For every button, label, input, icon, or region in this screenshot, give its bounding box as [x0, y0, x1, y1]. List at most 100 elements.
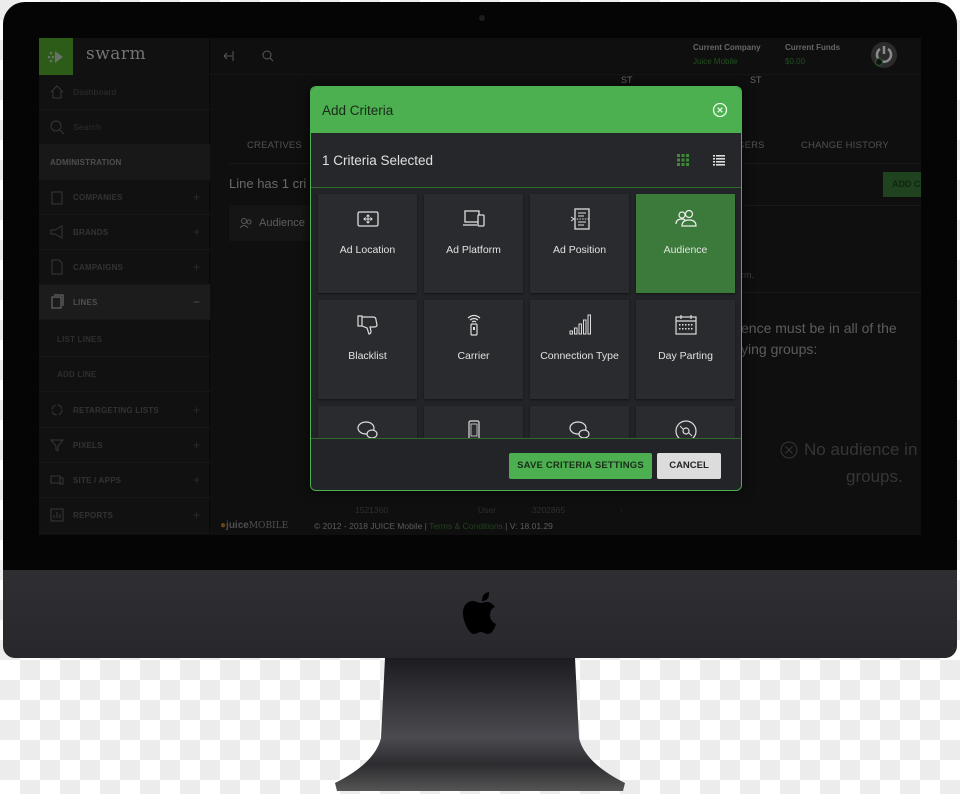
- close-icon[interactable]: [712, 102, 728, 118]
- sidebar-item-label: ADD LINE: [57, 369, 97, 379]
- current-company-value[interactable]: Juice Mobile: [693, 57, 737, 66]
- sidebar-item-campaigns[interactable]: CAMPAIGNS +: [39, 250, 210, 285]
- modal-footer: SAVE CRITERIA SETTINGS CANCEL: [311, 438, 741, 490]
- collapse-sidebar-icon[interactable]: [220, 48, 236, 64]
- sidebar-item-site-apps[interactable]: SITE / APPS +: [39, 463, 210, 498]
- footer-text: © 2012 - 2018 JUICE Mobile | Terms & Con…: [314, 521, 553, 531]
- juice-mobile-logo: ●juiceMOBILE: [220, 520, 289, 531]
- sidebar-item-label: RETARGETING LISTS: [73, 405, 159, 415]
- tile-label: Ad Platform: [446, 244, 501, 256]
- expand-icon[interactable]: +: [193, 190, 200, 204]
- criteria-tile-ad-location[interactable]: Ad Location: [318, 194, 417, 293]
- divider: [741, 205, 921, 206]
- collapse-icon[interactable]: −: [193, 295, 200, 309]
- sidebar-item-retargeting-lists[interactable]: RETARGETING LISTS +: [39, 393, 210, 428]
- criteria-tile-11[interactable]: [530, 406, 629, 438]
- sidebar-item-pixels[interactable]: PIXELS +: [39, 428, 210, 463]
- message-line: No audience in: [804, 440, 918, 459]
- criteria-tile-ad-position[interactable]: Ad Position: [530, 194, 629, 293]
- column-header-fragment: ST: [750, 75, 762, 85]
- calendar-icon: [674, 315, 697, 335]
- x-circle-icon: [780, 441, 798, 458]
- version: | V: 18.01.29: [502, 521, 553, 531]
- camera: [479, 15, 485, 21]
- sidebar-item-brands[interactable]: BRANDS +: [39, 215, 210, 250]
- grid-view-icon[interactable]: [677, 154, 689, 166]
- search-icon: [50, 120, 65, 135]
- criteria-tile-carrier[interactable]: Carrier: [424, 300, 523, 399]
- megaphone-icon: [50, 225, 63, 239]
- criteria-tile-ad-platform[interactable]: Ad Platform: [424, 194, 523, 293]
- sidebar-item-companies[interactable]: COMPANIES +: [39, 180, 210, 215]
- expand-icon[interactable]: +: [193, 438, 200, 452]
- sidebar-subitem-add-line[interactable]: ADD LINE: [39, 357, 210, 392]
- ad-location-icon: [356, 211, 379, 227]
- building-icon: [51, 191, 63, 205]
- list-view-icon[interactable]: [713, 154, 725, 166]
- ad-position-icon: [570, 208, 590, 230]
- rule-line: ying groups:: [741, 341, 818, 357]
- sidebar-item-label: LIST LINES: [57, 334, 103, 344]
- expand-icon[interactable]: +: [193, 225, 200, 239]
- sidebar-item-label: CAMPAIGNS: [73, 262, 124, 272]
- tile-label: Ad Location: [339, 244, 396, 256]
- add-criteria-modal: Add Criteria 1 Criteria Selected Ad Loca…: [310, 86, 742, 491]
- criteria-tile-12[interactable]: [636, 406, 735, 438]
- expand-icon[interactable]: +: [193, 260, 200, 274]
- current-company-label: Current Company: [693, 43, 761, 52]
- add-criteria-button[interactable]: ADD C: [883, 172, 921, 197]
- expand-icon[interactable]: +: [193, 403, 200, 417]
- tab-change-history[interactable]: CHANGE HISTORY: [801, 140, 889, 151]
- table-cell: 1521360: [355, 505, 389, 515]
- tab-creatives[interactable]: CREATIVES: [247, 140, 302, 151]
- sidebar-item-label: BRANDS: [73, 227, 109, 237]
- expand-icon[interactable]: +: [193, 473, 200, 487]
- footer: ●juiceMOBILE © 2012 - 2018 JUICE Mobile …: [39, 516, 921, 535]
- brand-name: swarm: [86, 44, 147, 64]
- criteria-tile-connection-type[interactable]: Connection Type: [530, 300, 629, 399]
- column-header-fragment: ST: [621, 75, 633, 85]
- modal-header: Add Criteria: [311, 87, 741, 133]
- terms-link[interactable]: Terms & Conditions: [429, 521, 503, 531]
- section-heading: ADMINISTRATION: [50, 157, 122, 167]
- home-icon: [50, 85, 64, 99]
- tile-label: Ad Position: [552, 244, 607, 256]
- sidebar-item-search[interactable]: Search: [39, 110, 210, 145]
- sidebar-section-administration: ADMINISTRATION: [39, 145, 210, 180]
- criteria-tile-9[interactable]: [318, 406, 417, 438]
- swarm-logo-icon[interactable]: [39, 38, 73, 75]
- disc-icon: [674, 420, 697, 438]
- note-text: rm.: [741, 270, 754, 280]
- chip-label: Audience: [259, 217, 305, 229]
- criteria-tile-10[interactable]: [424, 406, 523, 438]
- sidebar-subitem-list-lines[interactable]: LIST LINES: [39, 322, 210, 357]
- sidebar-item-label: COMPANIES: [73, 192, 123, 202]
- audience-icon: [674, 209, 697, 227]
- sidebar-item-dashboard[interactable]: Dashboard: [39, 75, 210, 110]
- cancel-button[interactable]: CANCEL: [657, 453, 721, 479]
- document-icon: [51, 259, 63, 275]
- audience-icon: [239, 218, 252, 229]
- selection-summary: 1 Criteria Selected: [311, 133, 741, 188]
- search-icon[interactable]: [260, 48, 276, 64]
- sidebar-item-lines[interactable]: LINES −: [39, 285, 210, 320]
- carrier-icon: [467, 314, 480, 336]
- criteria-tile-audience[interactable]: Audience: [636, 194, 735, 293]
- current-funds-label: Current Funds: [785, 43, 841, 52]
- table-cell: User: [478, 505, 496, 515]
- sidebar-item-label: SITE / APPS: [73, 475, 122, 485]
- audience-criteria-chip[interactable]: Audience: [229, 205, 319, 241]
- stack-icon: [51, 294, 64, 309]
- criteria-tile-day-parting[interactable]: Day Parting: [636, 300, 735, 399]
- save-criteria-button[interactable]: SAVE CRITERIA SETTINGS: [509, 453, 652, 479]
- selected-count: 1 Criteria Selected: [322, 152, 434, 168]
- thumbs-down-icon: [356, 315, 378, 335]
- table-cell: -: [620, 505, 623, 515]
- avatar[interactable]: [871, 42, 897, 68]
- sidebar-item-label: PIXELS: [73, 440, 103, 450]
- tile-label: Connection Type: [540, 350, 619, 362]
- no-audience-message: No audience in groups.: [780, 436, 917, 490]
- criteria-tile-blacklist[interactable]: Blacklist: [318, 300, 417, 399]
- logo-text: juice: [226, 520, 249, 531]
- cycle-icon: [51, 404, 63, 416]
